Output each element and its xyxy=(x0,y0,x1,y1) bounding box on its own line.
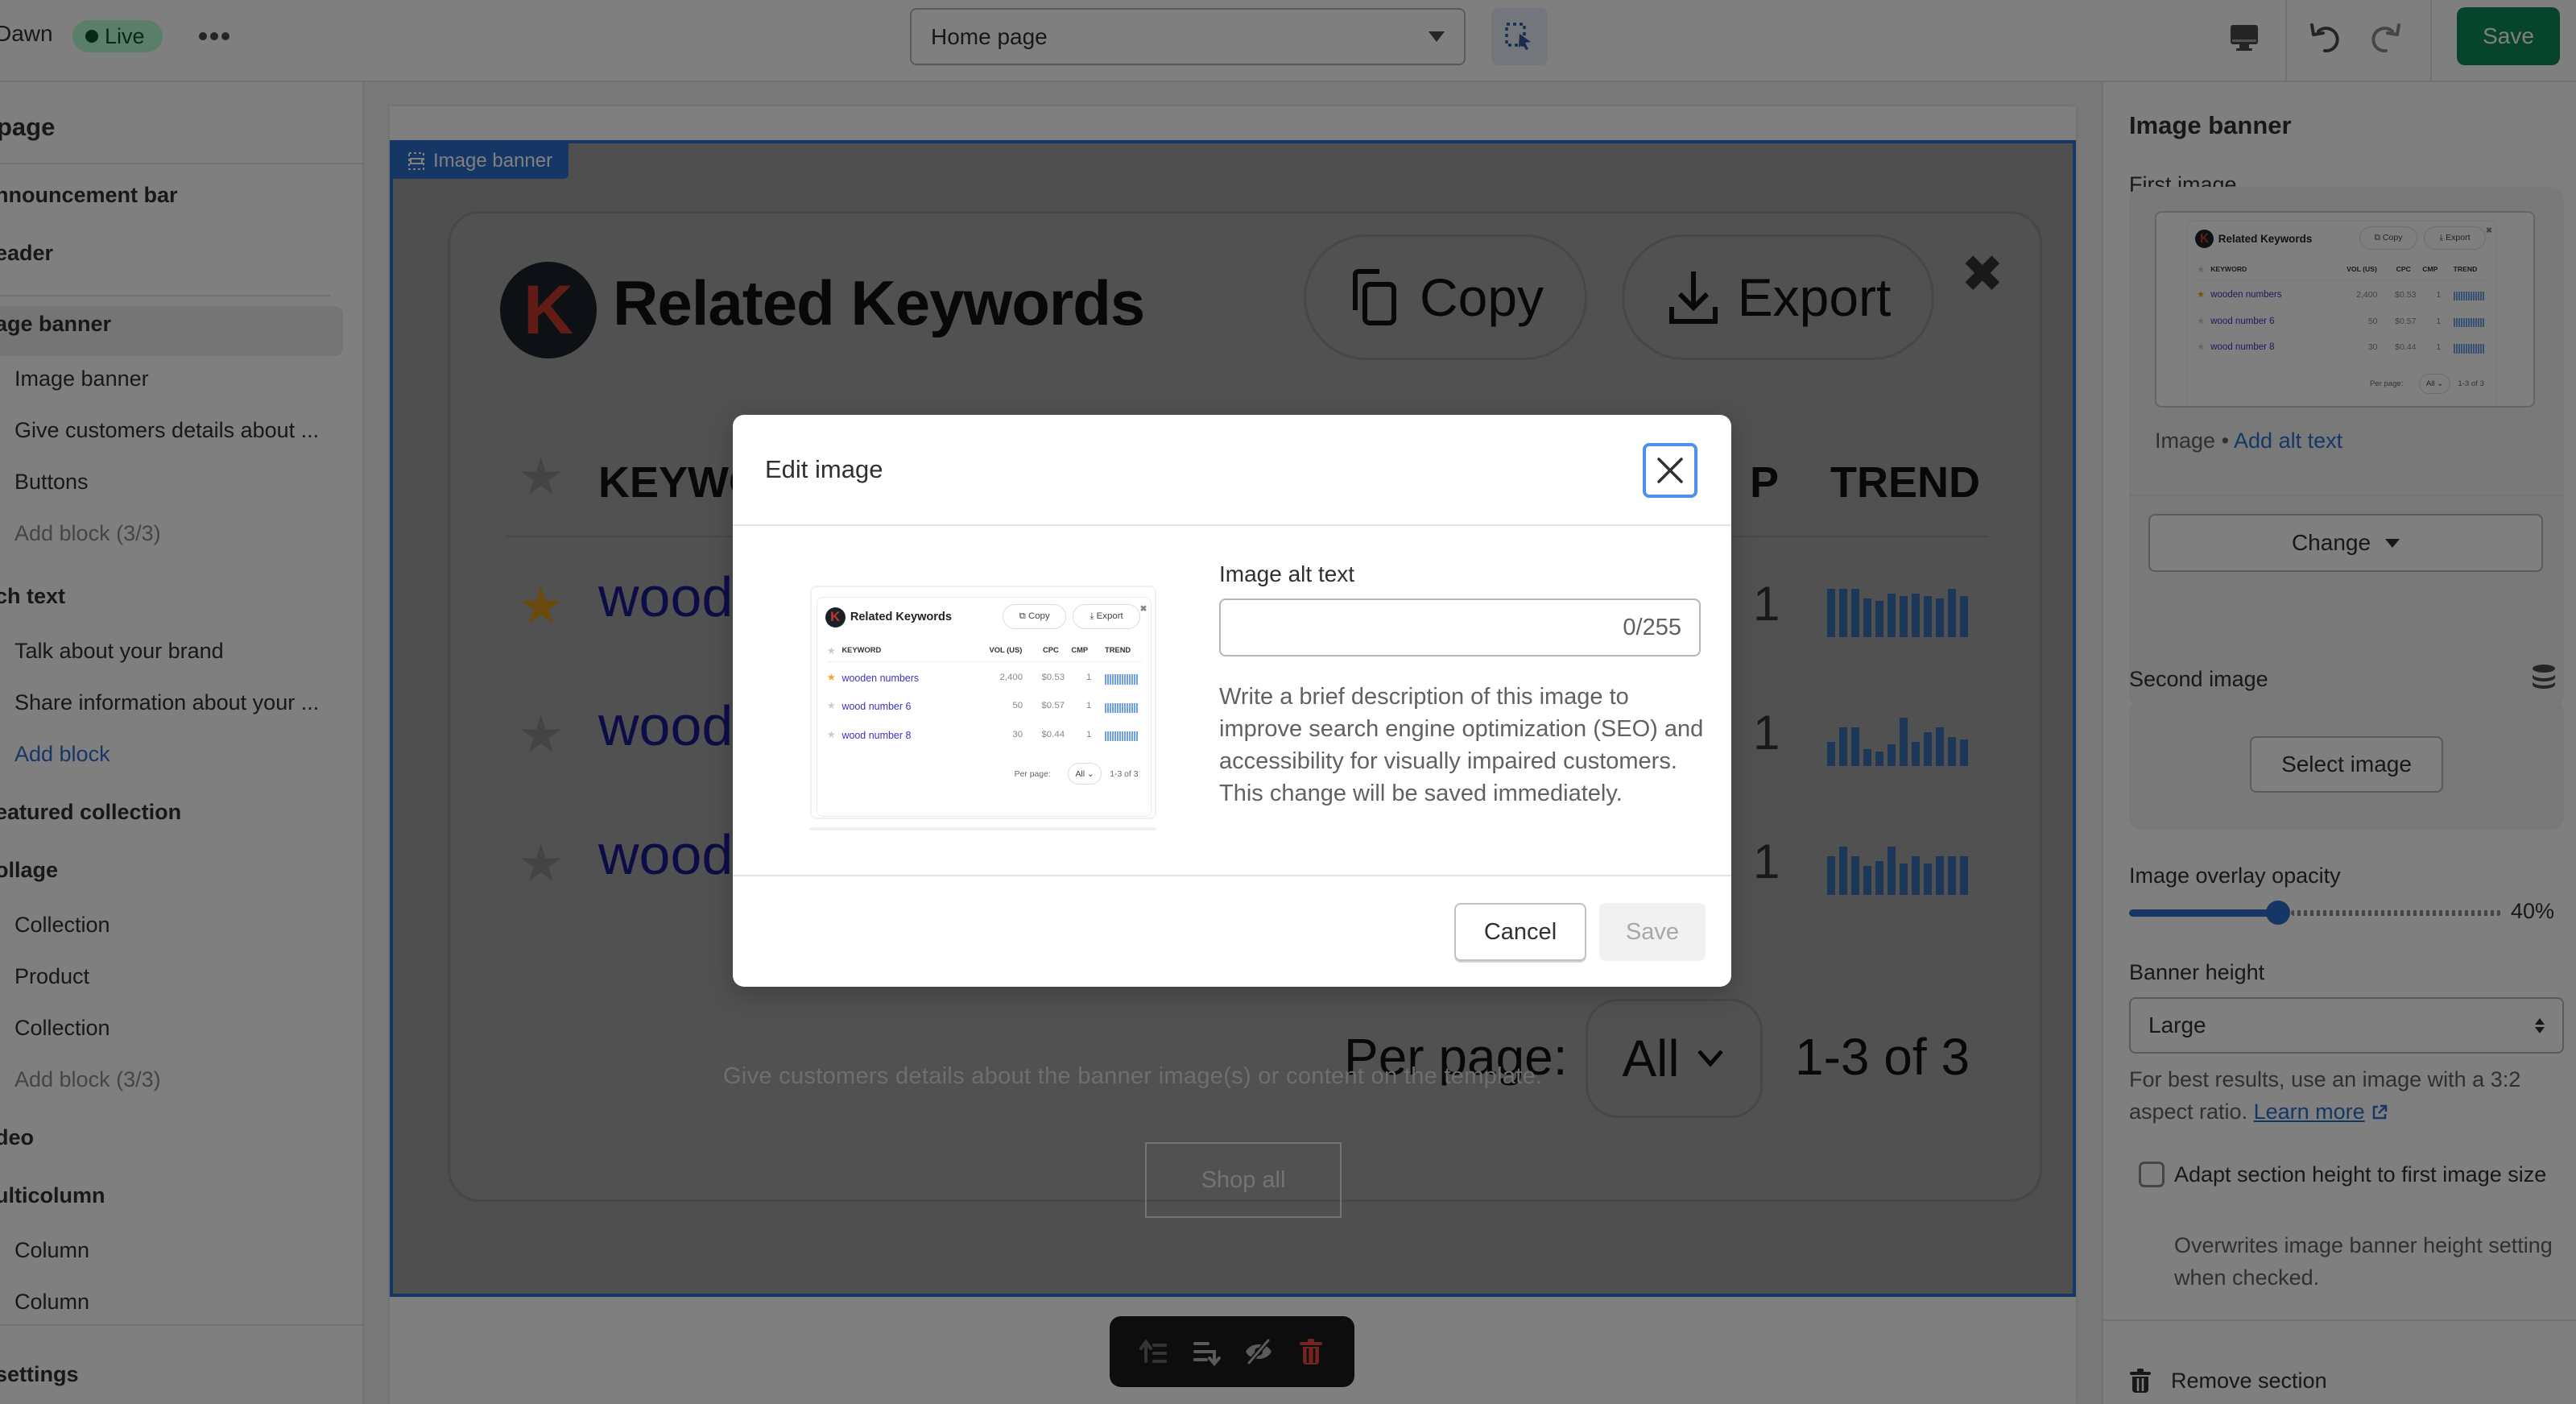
star-icon: ★ xyxy=(826,644,836,656)
thumbnail-export-pill: ⤓ Export xyxy=(1073,603,1140,629)
thumbnail-per-page-select: All ⌄ xyxy=(1068,763,1102,785)
thumbnail-cmp: 1 xyxy=(1085,729,1092,739)
divider xyxy=(733,524,1731,526)
thumbnail-header: VOL (US) xyxy=(989,645,1023,654)
modal-title: Edit image xyxy=(765,455,883,483)
thumbnail-title: Related Keywords xyxy=(850,611,952,624)
k-logo: K xyxy=(825,607,846,627)
thumbnail-header: CPC xyxy=(1043,645,1059,654)
thumbnail-header: TREND xyxy=(1105,645,1131,654)
keyword-card-thumbnail: K Related Keywords ⧉ Copy⤓ Export✖ ★ KEYWORD… xyxy=(812,587,1155,818)
alt-text-label: Image alt text xyxy=(1219,561,1355,586)
star-icon: ★ xyxy=(826,700,836,712)
alt-text-counter: 0/255 xyxy=(1623,614,1681,640)
thumbnail-keyword: wooden numbers xyxy=(841,673,920,685)
thumbnail-trend xyxy=(1105,674,1139,685)
thumbnail-volume: 30 xyxy=(1012,729,1023,739)
modal-save-button[interactable]: Save xyxy=(1599,903,1706,961)
thumbnail-cpc: $0.44 xyxy=(1041,729,1065,739)
thumbnail-volume: 50 xyxy=(1012,701,1023,711)
close-icon xyxy=(1657,458,1683,483)
image-preview: K Related Keywords ⧉ Copy ⤓ Export ✖ ★ KEYWORD… xyxy=(810,586,1156,819)
alt-text-help: Write a brief description of this image … xyxy=(1219,684,1704,806)
thumbnail-header: CMP xyxy=(1071,645,1089,654)
edit-image-modal: Edit image K Related Keywords ⧉ Copy ⤓ Expo… xyxy=(733,415,1731,987)
thumbnail-per-page: Per page: xyxy=(1014,769,1051,779)
alt-text-input[interactable]: 0/255 xyxy=(1219,598,1701,656)
cancel-button[interactable]: Cancel xyxy=(1454,903,1586,961)
image-preview-shadow xyxy=(810,827,1156,830)
thumbnail-cpc: $0.57 xyxy=(1041,701,1065,711)
thumbnail-cpc: $0.53 xyxy=(1041,673,1065,683)
thumbnail-cmp: 1 xyxy=(1085,673,1092,683)
thumbnail-copy-pill: ⧉ Copy xyxy=(1003,603,1067,629)
thumbnail-volume: 2,400 xyxy=(999,673,1023,683)
star-icon: ★ xyxy=(826,728,836,740)
thumbnail-trend xyxy=(1105,702,1139,713)
thumbnail-keyword: wood number 8 xyxy=(841,729,912,741)
thumbnail-close: ✖ xyxy=(1139,604,1147,614)
close-modal-button[interactable] xyxy=(1643,443,1697,498)
divider xyxy=(826,661,1142,662)
divider xyxy=(733,875,1731,876)
thumbnail-count: 1-3 of 3 xyxy=(1110,769,1139,779)
star-filled-icon: ★ xyxy=(826,672,836,683)
thumbnail-keyword: wood number 6 xyxy=(841,701,912,713)
thumbnail-header: KEYWORD xyxy=(841,645,882,654)
thumbnail-cmp: 1 xyxy=(1085,701,1092,711)
thumbnail-trend xyxy=(1105,731,1139,742)
